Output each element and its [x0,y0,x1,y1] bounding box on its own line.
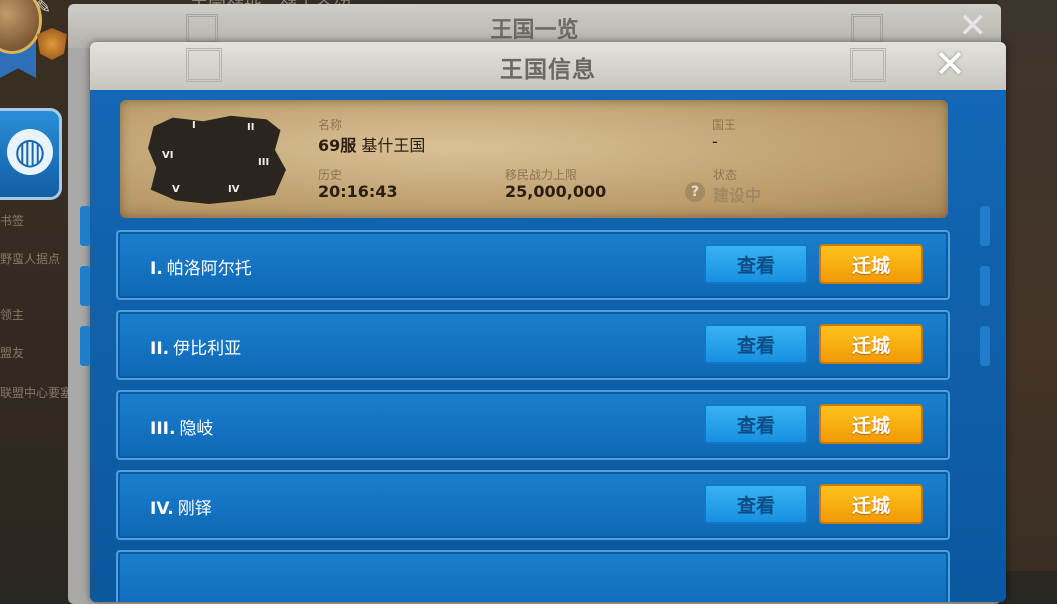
region-numeral: I. [150,259,163,279]
migration-power-value: 25,000,000 [505,182,607,201]
region-row: I. 帕洛阿尔托 查看 迁城 [116,230,950,300]
server-number: 69服 [318,136,357,155]
region-numeral: IV. [150,499,174,519]
close-icon[interactable]: ✕ [934,44,966,84]
side-menu-alliance-fort[interactable]: 联盟中心要塞 [0,384,72,401]
relocate-button[interactable]: 迁城 [819,244,923,284]
scroll-tab [980,326,990,366]
region-title: 帕洛阿尔托 [166,259,252,279]
region-title: 刚铎 [177,499,212,519]
view-button[interactable]: 查看 [704,324,808,364]
region-name: III. 隐岐 [150,414,213,439]
kingdom-name-value: 69服 基什王国 [318,132,425,156]
king-value: - [712,132,718,151]
side-menu-bookmarks[interactable]: 书签 [0,212,24,229]
region-name: IV. 刚铎 [150,494,212,519]
scroll-tab [80,326,90,366]
side-menu-lord[interactable]: 领主 [0,306,24,323]
history-label: 历史 [318,168,343,182]
scroll-tab [80,266,90,306]
status-value: 建设中 [713,186,762,205]
ornament-icon [850,48,886,82]
relocate-button[interactable]: 迁城 [819,484,923,524]
relocate-button[interactable]: 迁城 [819,404,923,444]
map-region-label: I [192,120,196,131]
kingdom-info-header: 王国信息 ✕ [90,42,1006,90]
map-region-label: III [258,157,270,168]
history-value: 20:16:43 [318,182,398,201]
region-row-partial [116,550,950,602]
close-icon[interactable]: ✕ [959,8,988,44]
region-name: II. 伊比利亚 [150,334,241,359]
kingdom-info-card: I II III IV V VI 名称 69服 基什王国 国王 - 历史 20:… [120,100,948,218]
scroll-tab [80,206,90,246]
map-region-label: II [247,122,255,133]
region-row: II. 伊比利亚 查看 迁城 [116,310,950,380]
right-map-area [997,0,1057,571]
region-title: 隐岐 [179,419,214,439]
side-menu-allies[interactable]: 盟友 [0,344,24,361]
region-name: I. 帕洛阿尔托 [150,254,252,279]
map-region-label: VI [162,150,174,161]
globe-icon: ◍ [7,129,53,175]
name-label: 名称 [318,118,343,132]
region-row: IV. 刚铎 查看 迁城 [116,470,950,540]
status-label: 状态 [713,168,738,182]
scroll-tab [980,206,990,246]
region-numeral: III. [150,419,176,439]
region-title: 伊比利亚 [173,339,242,359]
view-button[interactable]: 查看 [704,244,808,284]
kingdom-name: 基什王国 [361,136,426,155]
map-region-label: V [172,184,180,195]
help-icon[interactable]: ? [685,182,705,202]
region-numeral: II. [150,339,170,359]
world-map-button[interactable]: ◍ [0,108,62,200]
ornament-icon [851,14,883,44]
map-region-label: IV [228,184,240,195]
kingdom-info-panel: 王国信息 ✕ I II III IV V VI 名称 69服 基什王国 国王 -… [90,42,1006,602]
region-row: III. 隐岐 查看 迁城 [116,390,950,460]
scroll-tab [980,266,990,306]
migration-power-label: 移民战力上限 [505,168,578,182]
pencil-icon[interactable]: ✎ [36,0,58,17]
view-button[interactable]: 查看 [704,404,808,444]
king-label: 国王 [712,118,737,132]
relocate-button[interactable]: 迁城 [819,324,923,364]
view-button[interactable]: 查看 [704,484,808,524]
side-menu-barbarians[interactable]: 野蛮人据点 [0,250,60,267]
